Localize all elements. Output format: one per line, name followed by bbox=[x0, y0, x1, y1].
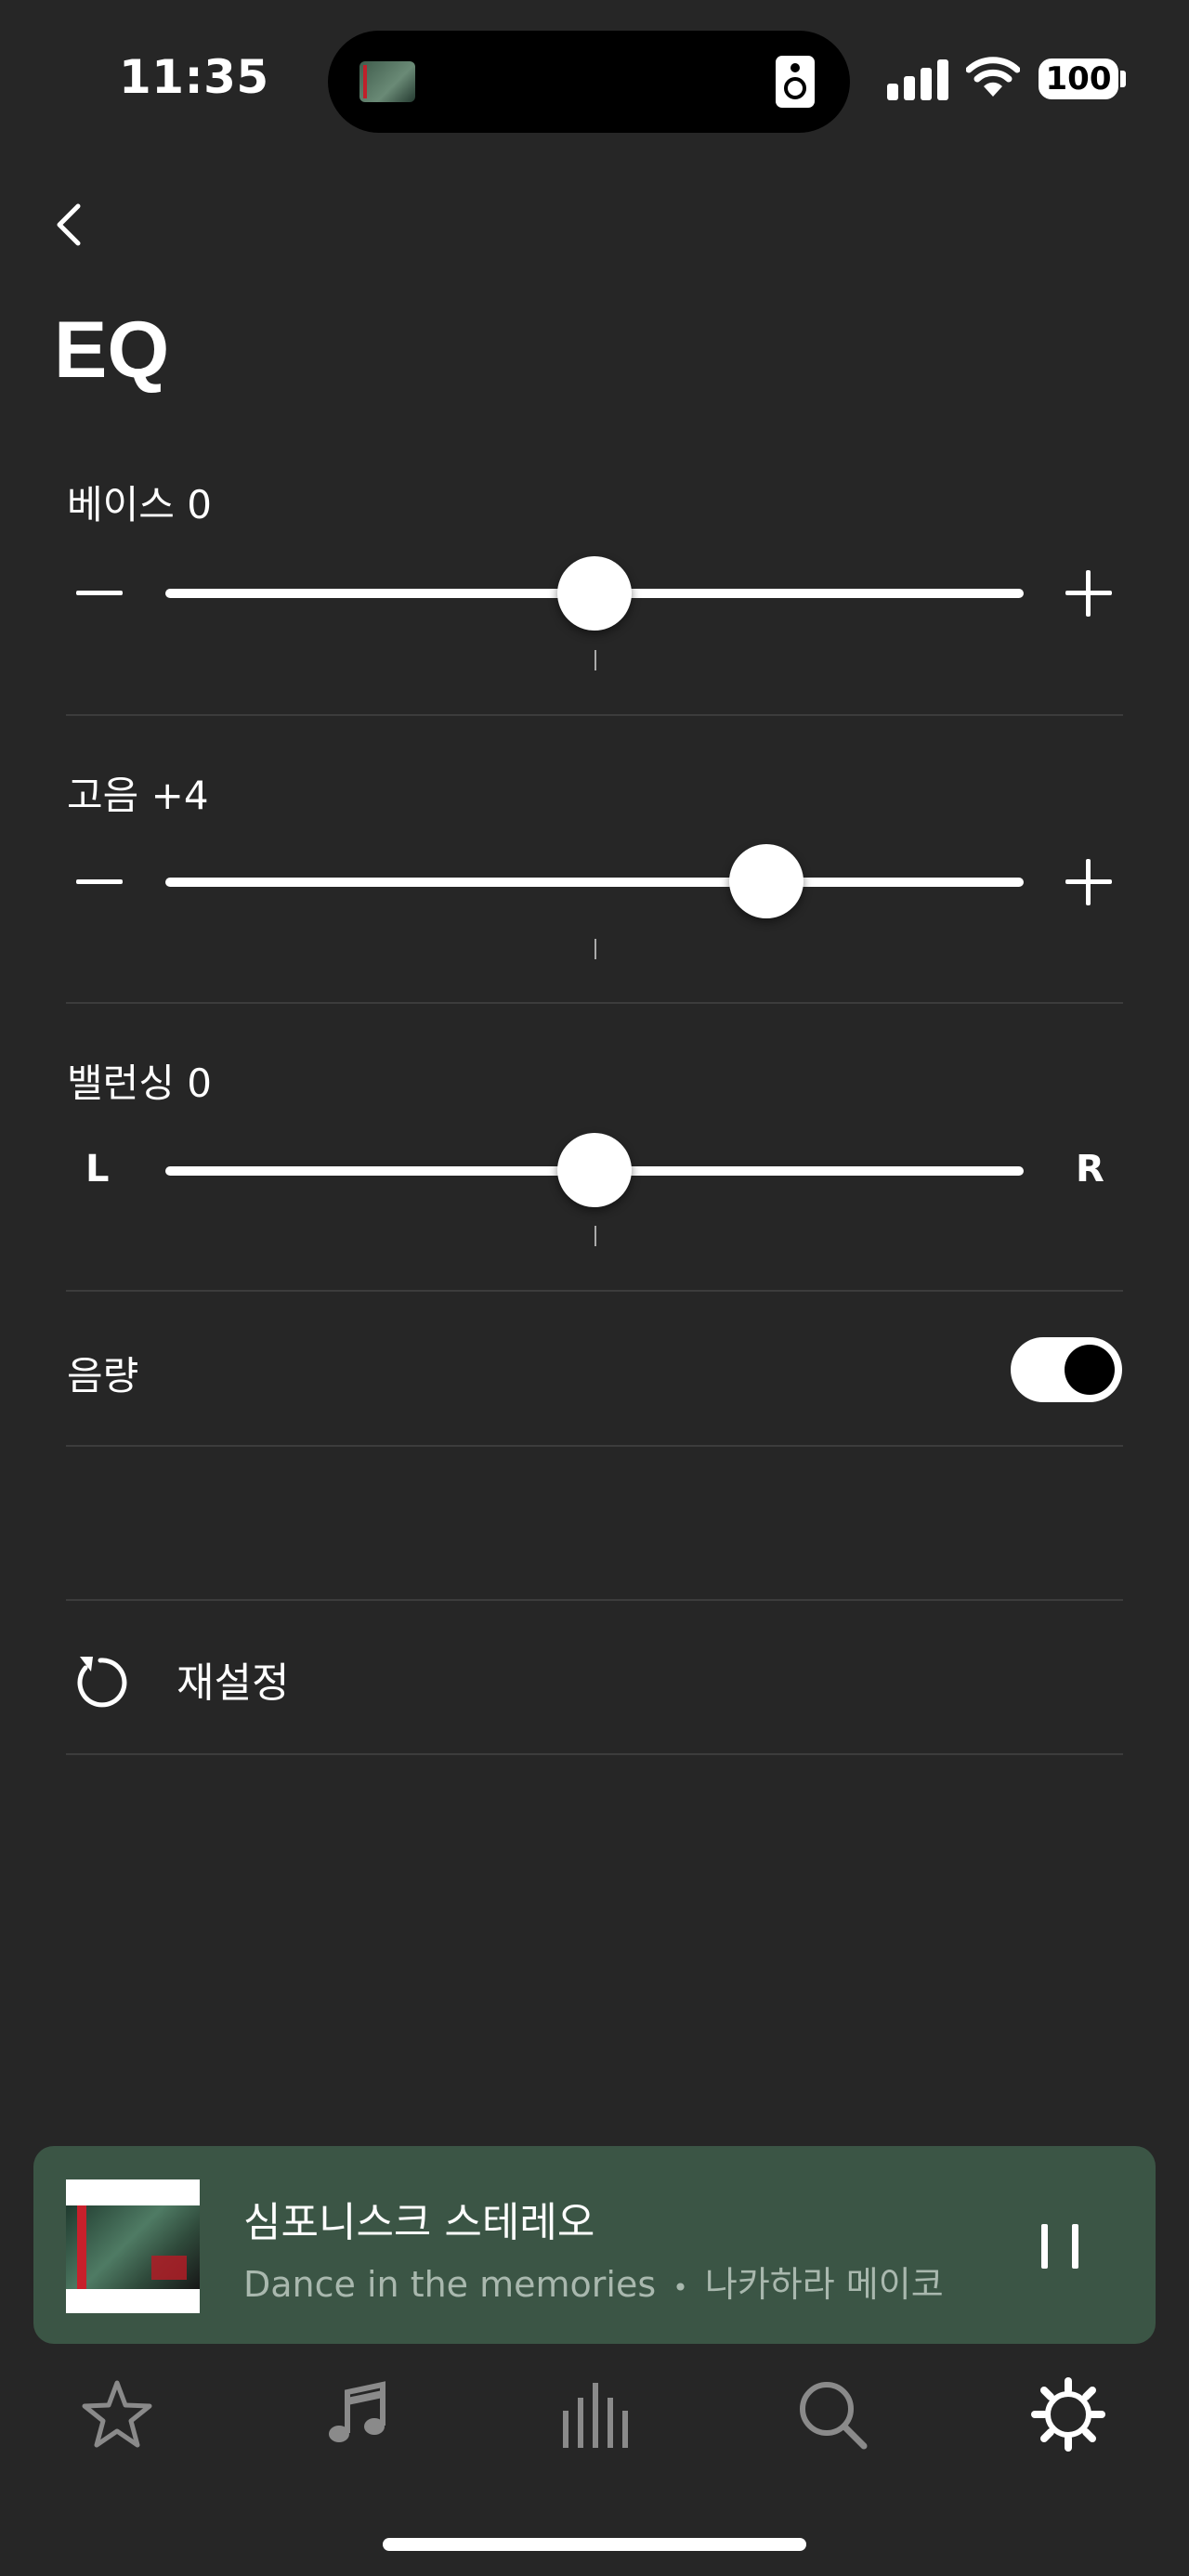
bass-label: 베이스 0 bbox=[67, 482, 212, 527]
speaker-icon bbox=[776, 56, 815, 108]
loudness-label: 음량 bbox=[67, 1353, 139, 1399]
bass-increase-button[interactable] bbox=[1065, 570, 1112, 617]
divider bbox=[66, 1753, 1123, 1755]
gear-icon[interactable] bbox=[1031, 2377, 1105, 2452]
treble-center-tick bbox=[594, 939, 596, 959]
divider bbox=[66, 1290, 1123, 1292]
star-icon[interactable] bbox=[80, 2377, 154, 2452]
cellular-signal-icon bbox=[887, 59, 948, 100]
treble-label: 고음 +4 bbox=[67, 773, 209, 818]
track-title: Dance in the memories bbox=[243, 2264, 657, 2305]
artist-name: 나카하라 메이코 bbox=[704, 2264, 944, 2305]
now-playing-thumbnail bbox=[359, 61, 415, 102]
balance-right-label: R bbox=[1076, 1148, 1104, 1190]
bass-decrease-button[interactable] bbox=[76, 591, 123, 595]
treble-slider-thumb[interactable] bbox=[728, 844, 804, 918]
divider bbox=[66, 1445, 1123, 1447]
separator: • bbox=[673, 2272, 688, 2303]
balance-label: 밸런싱 0 bbox=[67, 1060, 212, 1106]
reset-icon bbox=[77, 1657, 127, 1708]
now-playing-bar[interactable]: 심포니스크 스테레오 Dance in the memories • 나카하라 … bbox=[33, 2146, 1156, 2344]
treble-increase-button[interactable] bbox=[1065, 859, 1112, 905]
treble-slider-track[interactable] bbox=[165, 878, 1024, 887]
status-time: 11:35 bbox=[119, 50, 269, 104]
battery-nub bbox=[1120, 71, 1126, 87]
treble-decrease-button[interactable] bbox=[76, 879, 123, 884]
music-note-icon[interactable] bbox=[321, 2377, 396, 2452]
wifi-icon bbox=[966, 57, 1020, 97]
rooms-bars-icon[interactable] bbox=[557, 2377, 632, 2452]
battery-indicator: 100 bbox=[1039, 59, 1118, 99]
bass-center-tick bbox=[594, 650, 596, 670]
dynamic-island[interactable] bbox=[328, 31, 850, 133]
balance-center-tick bbox=[594, 1226, 596, 1246]
bass-slider-thumb[interactable] bbox=[557, 556, 632, 631]
loudness-toggle[interactable] bbox=[1011, 1337, 1122, 1402]
album-cover bbox=[66, 2179, 200, 2313]
track-info: Dance in the memories • 나카하라 메이코 bbox=[243, 2256, 944, 2307]
search-icon[interactable] bbox=[795, 2377, 869, 2452]
back-chevron-icon[interactable] bbox=[48, 195, 89, 254]
pause-icon[interactable] bbox=[1039, 2224, 1081, 2269]
toggle-thumb bbox=[1065, 1345, 1115, 1395]
balance-left-label: L bbox=[85, 1148, 110, 1190]
home-indicator bbox=[383, 2538, 806, 2551]
divider bbox=[66, 714, 1123, 716]
reset-label: 재설정 bbox=[176, 1659, 290, 1707]
room-name: 심포니스크 스테레오 bbox=[243, 2199, 595, 2246]
balance-slider-thumb[interactable] bbox=[557, 1133, 632, 1207]
divider bbox=[66, 1002, 1123, 1004]
page-title: EQ bbox=[54, 306, 170, 395]
